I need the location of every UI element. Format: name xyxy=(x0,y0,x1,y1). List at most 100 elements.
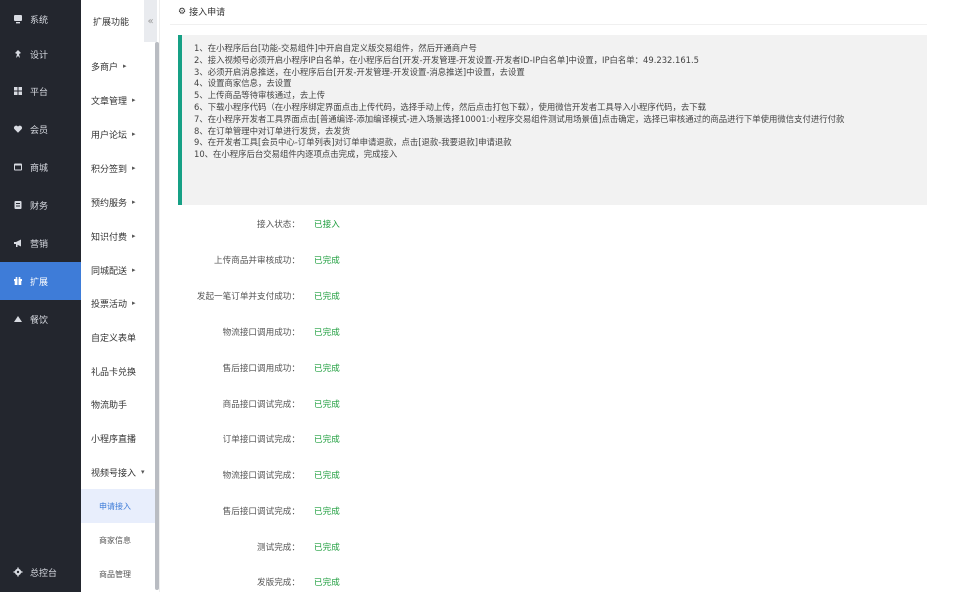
instructions-notice: 1、在小程序后台[功能-交易组件]中开启自定义版交易组件，然后开通商户号 2、接… xyxy=(178,35,927,205)
heart-icon xyxy=(12,123,24,135)
status-label: 物流接口调试完成： xyxy=(222,471,300,481)
submenu-item-local-delivery[interactable]: 同城配送 ▸ xyxy=(81,255,156,285)
submenu-child-apply[interactable]: 申请接入 xyxy=(81,489,156,523)
page-title: 接入申请 xyxy=(189,8,226,18)
extension-submenu: 扩展功能 多商户 ▸ 文章管理 ▸ 用户论坛 ▸ 积分签到 ▸ 预约服务 ▸ 知识付费 ▸ … xyxy=(81,0,160,592)
sidebar-item-label: 营销 xyxy=(30,239,49,250)
chevron-down-icon: ▾ xyxy=(141,468,145,476)
status-label: 订单接口调试完成： xyxy=(222,435,300,445)
chevron-right-icon: ▸ xyxy=(132,130,136,138)
status-label: 上传商品并审核成功： xyxy=(214,256,300,266)
submenu-item-voting[interactable]: 投票活动 ▸ xyxy=(81,288,156,318)
pin-icon xyxy=(12,48,24,60)
sidebar-item-label: 系统 xyxy=(30,15,49,26)
submenu-child-merchant-info[interactable]: 商家信息 xyxy=(81,523,156,557)
status-value: 已完成 xyxy=(314,364,340,374)
sidebar-item-label: 总控台 xyxy=(30,568,58,579)
submenu-item-paid-knowledge[interactable]: 知识付费 ▸ xyxy=(81,221,156,251)
notice-line: 5、上传商品等待审核通过，去上传 xyxy=(194,90,325,101)
status-row: 接入状态： 已接入 xyxy=(162,216,562,232)
status-row: 售后接口调试完成： 已完成 xyxy=(162,503,562,519)
submenu-child-product-manage[interactable]: 商品管理 xyxy=(81,557,156,591)
sidebar-item-system[interactable]: 系统 xyxy=(0,0,81,38)
sidebar-item-catering[interactable]: 餐饮 xyxy=(0,300,81,338)
collapse-submenu-button[interactable]: « xyxy=(144,0,157,42)
chevron-right-icon: ▸ xyxy=(132,96,136,104)
status-row: 发起一笔订单并支付成功： 已完成 xyxy=(162,288,562,304)
sidebar-item-label: 平台 xyxy=(30,87,49,98)
notice-line: 6、下载小程序代码（在小程序绑定界面点击上传代码，选择手动上传，然后点击打包下载… xyxy=(194,101,707,112)
sidebar-item-finance[interactable]: 财务 xyxy=(0,186,81,224)
notice-line: 4、设置商家信息，去设置 xyxy=(194,78,292,89)
status-value: 已完成 xyxy=(314,256,340,266)
megaphone-icon xyxy=(12,237,24,249)
status-value: 已完成 xyxy=(314,400,340,410)
notice-line: 2、接入视频号必须开启小程序IP白名单，在小程序后台[开发-开发管理-开发设置-… xyxy=(194,54,699,65)
gift-icon xyxy=(12,275,24,287)
status-label: 物流接口调用成功： xyxy=(222,328,300,338)
status-value: 已接入 xyxy=(314,220,340,230)
chevron-right-icon: ▸ xyxy=(132,164,136,172)
sidebar-item-marketing[interactable]: 营销 xyxy=(0,224,81,262)
status-row: 物流接口调用成功： 已完成 xyxy=(162,324,562,340)
header-divider xyxy=(170,24,927,25)
status-row: 售后接口调用成功： 已完成 xyxy=(162,360,562,376)
submenu-item-logistics[interactable]: 物流助手 xyxy=(81,389,156,419)
submenu-item-custom-form[interactable]: 自定义表单 xyxy=(81,322,156,352)
sidebar-item-label: 财务 xyxy=(30,201,49,212)
status-label: 商品接口调试完成： xyxy=(222,400,300,410)
status-value: 已完成 xyxy=(314,328,340,338)
window-icon xyxy=(12,161,24,173)
submenu-item-forum[interactable]: 用户论坛 ▸ xyxy=(81,119,156,149)
chevron-right-icon: ▸ xyxy=(123,62,127,70)
status-value: 已完成 xyxy=(314,292,340,302)
submenu-item-gift-card[interactable]: 礼品卡兑换 xyxy=(81,356,156,386)
gear-icon: ⚙ xyxy=(178,6,187,17)
status-label: 发版完成： xyxy=(257,578,300,588)
submenu-item-booking[interactable]: 预约服务 ▸ xyxy=(81,187,156,217)
page-header: ⚙ 接入申请 xyxy=(178,5,226,19)
status-row: 订单接口调试完成： 已完成 xyxy=(162,431,562,447)
sidebar-item-label: 扩展 xyxy=(30,277,49,288)
main-content: ⚙ 接入申请 1、在小程序后台[功能-交易组件]中开启自定义版交易组件，然后开通… xyxy=(162,0,927,592)
sidebar-item-platform[interactable]: 平台 xyxy=(0,72,81,110)
sidebar-item-member[interactable]: 会员 xyxy=(0,110,81,148)
chevron-right-icon: ▸ xyxy=(132,266,136,274)
status-value: 已完成 xyxy=(314,507,340,517)
monitor-icon xyxy=(12,13,24,25)
notice-line: 10、在小程序后台交易组件内逐项点击完成，完成接入 xyxy=(194,149,398,160)
status-row: 发版完成： 已完成 xyxy=(162,574,562,590)
notice-line: 1、在小程序后台[功能-交易组件]中开启自定义版交易组件，然后开通商户号 xyxy=(194,43,477,53)
submenu-scrollbar[interactable] xyxy=(155,42,159,590)
status-value: 已完成 xyxy=(314,543,340,553)
sidebar-item-label: 商城 xyxy=(30,163,49,174)
status-row: 物流接口调试完成： 已完成 xyxy=(162,467,562,483)
ledger-icon xyxy=(12,199,24,211)
sidebar-item-console[interactable]: 总控台 xyxy=(0,553,81,591)
chevron-right-icon: ▸ xyxy=(132,232,136,240)
status-label: 售后接口调试完成： xyxy=(222,507,300,517)
sidebar-item-label: 餐饮 xyxy=(30,315,49,326)
status-row: 测试完成： 已完成 xyxy=(162,539,562,555)
notice-line: 7、在小程序开发者工具界面点击[普通编译-添加编译模式-进入场景选择10001:… xyxy=(194,113,845,124)
triangle-icon xyxy=(12,313,24,325)
submenu-item-points-checkin[interactable]: 积分签到 ▸ xyxy=(81,153,156,183)
gear-icon xyxy=(12,566,24,578)
chevron-right-icon: ▸ xyxy=(132,198,136,206)
submenu-item-multi-merchant[interactable]: 多商户 ▸ xyxy=(81,51,156,81)
sidebar-item-extension[interactable]: 扩展 xyxy=(0,262,81,300)
status-label: 发起一笔订单并支付成功： xyxy=(196,292,300,302)
status-label: 测试完成： xyxy=(257,543,300,553)
submenu-item-channels[interactable]: 视频号接入 ▾ xyxy=(81,457,156,487)
status-label: 接入状态： xyxy=(257,220,300,230)
sidebar-item-design[interactable]: 设计 xyxy=(0,35,81,73)
chevron-right-icon: ▸ xyxy=(132,299,136,307)
status-row: 上传商品并审核成功： 已完成 xyxy=(162,252,562,268)
submenu-item-articles[interactable]: 文章管理 ▸ xyxy=(81,85,156,115)
status-row: 商品接口调试完成： 已完成 xyxy=(162,396,562,412)
sidebar-item-mall[interactable]: 商城 xyxy=(0,148,81,186)
status-label: 售后接口调用成功： xyxy=(222,364,300,374)
submenu-item-live[interactable]: 小程序直播 xyxy=(81,423,156,453)
notice-line: 8、在订单管理中对订单进行发货，去发货 xyxy=(194,125,351,136)
status-value: 已完成 xyxy=(314,578,340,588)
